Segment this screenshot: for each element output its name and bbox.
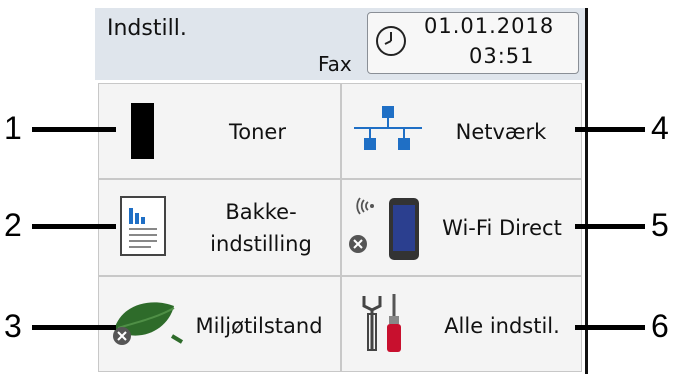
date-display: 01.01.2018 <box>424 14 555 38</box>
page-title: Indstill. <box>107 16 187 41</box>
callout-line-2 <box>32 224 116 229</box>
callout-number-3: 3 <box>4 308 22 344</box>
tray-settings-icon <box>120 196 166 256</box>
toner-label: Toner <box>229 120 286 144</box>
network-label: Netværk <box>455 120 547 144</box>
callout-number-2: 2 <box>4 207 22 243</box>
screen-right-edge <box>585 8 588 374</box>
toner-icon <box>131 103 154 159</box>
tray-settings-label-line1: Bakke- <box>225 200 297 224</box>
eco-mode-label: Miljøtilstand <box>195 314 323 338</box>
wifi-direct-icon <box>349 197 419 260</box>
callout-line-1 <box>32 127 116 132</box>
time-display: 03:51 <box>469 44 535 68</box>
callout-line-3 <box>32 325 116 330</box>
tray-settings-label-line2: indstilling <box>210 232 312 256</box>
callout-number-5: 5 <box>651 207 669 243</box>
tools-icon <box>362 294 401 352</box>
clock-icon <box>376 26 406 56</box>
callout-line-5 <box>575 224 645 229</box>
callout-line-4 <box>575 127 645 132</box>
fax-mode-label: Fax <box>318 52 352 76</box>
callout-number-1: 1 <box>4 110 22 146</box>
eco-leaf-icon <box>113 302 184 345</box>
all-settings-label: Alle indstil. <box>444 314 560 338</box>
callout-number-6: 6 <box>651 308 669 344</box>
network-icon <box>354 106 422 150</box>
wifi-direct-label: Wi-Fi Direct <box>442 216 562 240</box>
callout-line-6 <box>575 325 645 330</box>
callout-number-4: 4 <box>651 110 669 146</box>
